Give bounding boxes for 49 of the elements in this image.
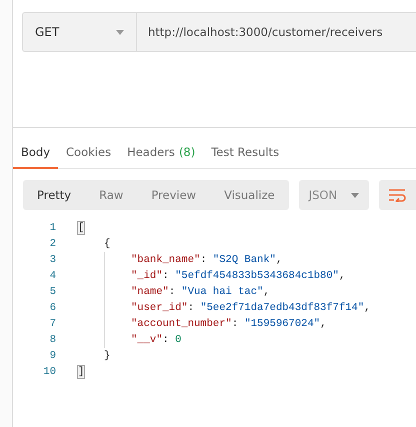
line-number: 9 [48, 350, 56, 362]
json-string: "5ee2f71da7edb43df83f7f14" [200, 302, 364, 314]
json-punctuation: : [162, 270, 170, 282]
json-punctuation: : [232, 318, 240, 330]
view-mode-tab[interactable]: Raw [85, 180, 138, 210]
json-punctuation: , [276, 254, 282, 266]
line-number: 7 [48, 318, 56, 330]
line-number: 4 [48, 270, 56, 282]
json-key: "name" [131, 286, 169, 298]
json-key: "bank_name" [131, 254, 200, 266]
json-string: "5efdf454833b5343684c1b80" [175, 270, 339, 282]
line-number: 5 [48, 286, 56, 298]
json-punctuation: : [200, 254, 208, 266]
json-punctuation: , [263, 286, 270, 298]
json-punctuation: [ [78, 222, 84, 234]
json-punctuation: } [104, 350, 110, 362]
json-key: "__v" [131, 334, 163, 346]
wrap-button[interactable] [378, 180, 416, 210]
json-key: "user_id" [131, 302, 188, 314]
response-tab[interactable]: Cookies [58, 136, 120, 169]
caret-icon [350, 192, 359, 198]
json-number: 0 [175, 334, 182, 346]
json-punctuation: , [338, 270, 346, 282]
json-punctuation: , [320, 318, 326, 330]
json-punctuation: ] [78, 366, 84, 378]
json-punctuation: : [162, 334, 170, 346]
json-key: "_id" [131, 270, 163, 282]
json-punctuation: , [364, 302, 370, 314]
line-number: 8 [48, 334, 56, 346]
response-tab[interactable]: Test Results [203, 136, 288, 169]
json-punctuation: { [104, 238, 110, 250]
view-mode-tab[interactable]: Pretty [23, 180, 86, 210]
view-mode-tab[interactable]: Preview [137, 180, 210, 210]
line-number: 2 [48, 238, 56, 250]
json-key: "account_number" [131, 318, 232, 330]
line-number: 10 [42, 366, 56, 378]
line-number: 1 [48, 222, 56, 234]
json-punctuation: : [168, 286, 176, 298]
json-punctuation: : [188, 302, 196, 314]
view-mode-tab[interactable]: Visualize [210, 180, 289, 210]
response-tab[interactable]: Headers (8) [119, 136, 204, 169]
wrap-lines-icon [388, 188, 406, 202]
json-string: "1595967024" [244, 318, 320, 330]
line-number: 6 [48, 302, 56, 314]
line-number: 3 [48, 254, 56, 266]
response-tab[interactable]: Body [13, 136, 58, 169]
json-string: "Vua hai tac" [181, 286, 264, 298]
json-string: "S2Q Bank" [212, 254, 276, 266]
format-dropdown[interactable]: JSON [298, 180, 369, 210]
